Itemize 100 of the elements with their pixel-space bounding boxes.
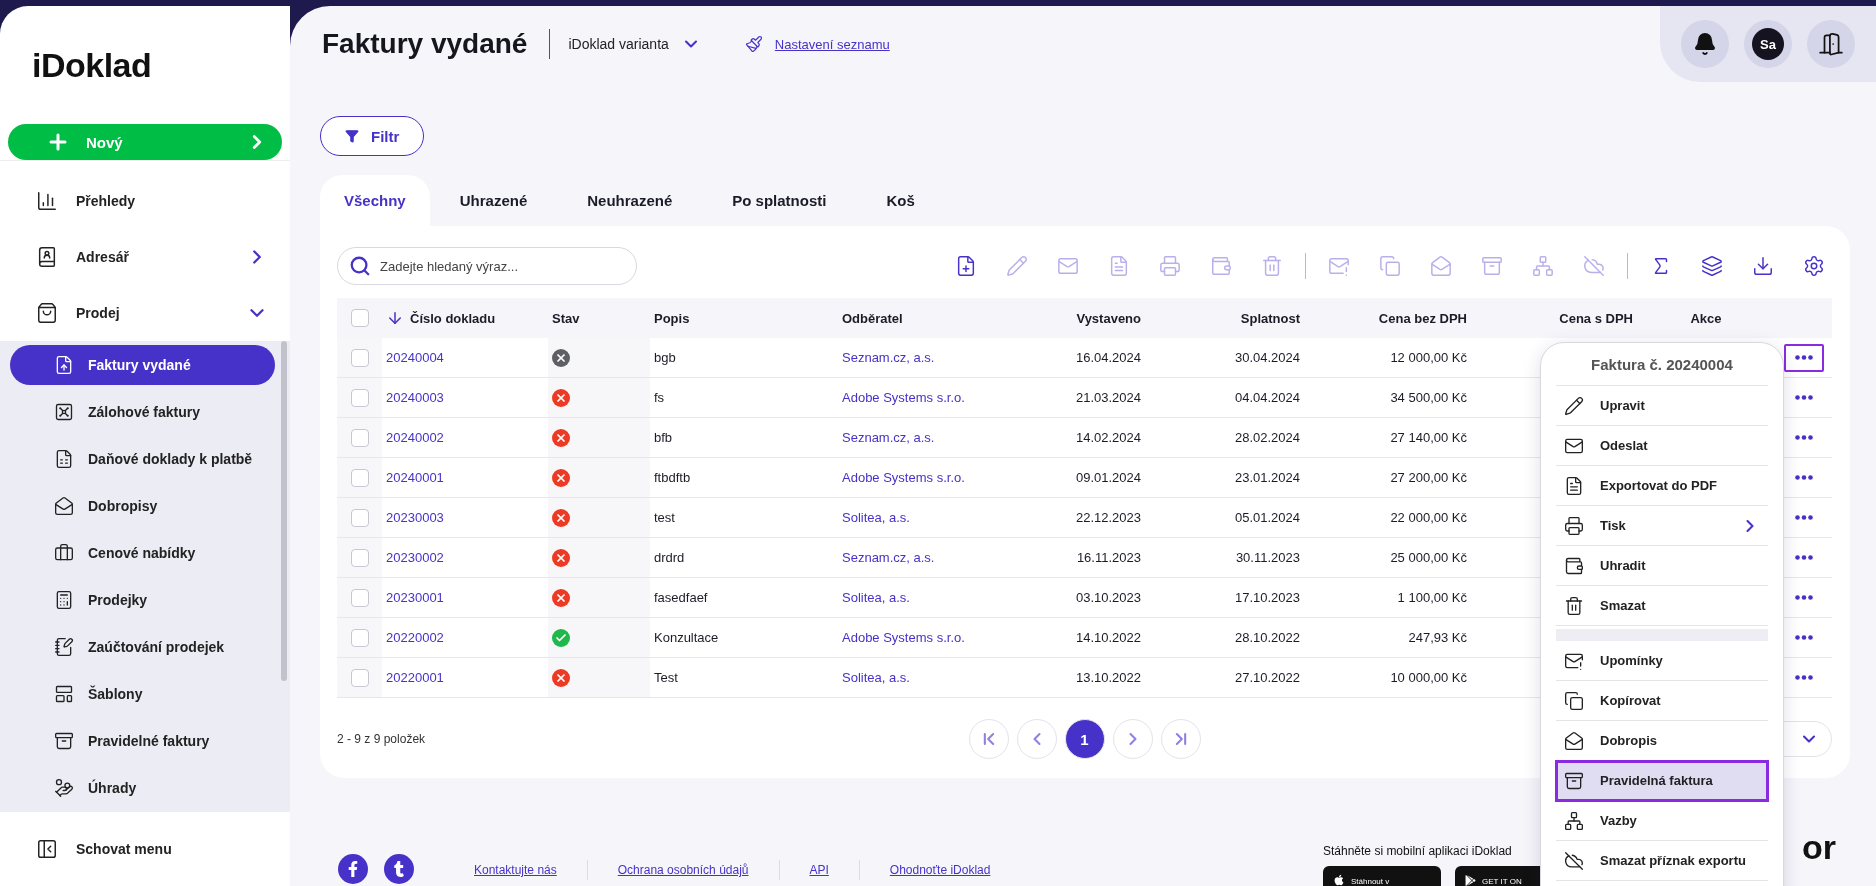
footer-link[interactable]: Kontaktujte nás bbox=[430, 860, 587, 880]
invoice-number-link[interactable]: 20230002 bbox=[386, 550, 444, 565]
sidebar-item[interactable]: Prodej bbox=[76, 305, 228, 321]
last-page-button[interactable] bbox=[1160, 719, 1201, 759]
sidebar-subitem[interactable]: Prodejky bbox=[10, 580, 275, 620]
menu-item[interactable]: Tisk bbox=[1556, 506, 1768, 546]
facebook-icon[interactable] bbox=[338, 854, 368, 884]
customer-link[interactable]: Seznam.cz, a.s. bbox=[842, 430, 935, 445]
hierarchy-icon bbox=[1564, 810, 1584, 831]
sidebar-subitem[interactable]: Dobropisy bbox=[10, 486, 275, 526]
column-header[interactable]: Odběratel bbox=[842, 310, 903, 326]
sidebar-subitem[interactable]: Zálohové faktury bbox=[10, 392, 275, 432]
customer-link[interactable]: Adobe Systems s.r.o. bbox=[842, 390, 965, 405]
tab[interactable]: Koš bbox=[856, 175, 945, 226]
column-header[interactable]: Stav bbox=[552, 310, 580, 326]
customer-link[interactable]: Solitea, a.s. bbox=[842, 590, 910, 605]
invoice-number-link[interactable]: 20230003 bbox=[386, 510, 444, 525]
next-page-button[interactable] bbox=[1112, 719, 1153, 759]
tab[interactable]: Neuhrazené bbox=[557, 175, 703, 226]
sidebar-subitem[interactable]: Úhrady bbox=[10, 768, 275, 808]
row-actions-button[interactable] bbox=[1783, 343, 1824, 372]
tray-icon bbox=[1481, 255, 1503, 277]
column-header[interactable]: Akce bbox=[1690, 310, 1722, 326]
footer-link[interactable]: API bbox=[778, 860, 859, 880]
page-button[interactable]: 1 bbox=[1064, 719, 1105, 759]
footer-link[interactable]: Ohodnoťte iDoklad bbox=[858, 860, 1021, 880]
invoice-number-link[interactable]: 20230001 bbox=[386, 590, 444, 605]
sidebar-subitem[interactable]: Pravidelné faktury bbox=[10, 721, 275, 761]
menu-item[interactable]: Uhradit bbox=[1556, 546, 1768, 586]
sidebar-subitem[interactable]: Cenové nabídky bbox=[10, 533, 275, 573]
logout-button[interactable] bbox=[1807, 20, 1855, 68]
checkbox[interactable] bbox=[350, 668, 369, 687]
column-header[interactable]: Cena bez DPH bbox=[1378, 310, 1467, 326]
invoice-number-link[interactable]: 20240002 bbox=[386, 430, 444, 445]
sidebar-subitem[interactable]: Šablony bbox=[10, 674, 275, 714]
first-page-button[interactable] bbox=[968, 719, 1009, 759]
store-badge[interactable]: Stáhnout v bbox=[1323, 866, 1441, 886]
checkbox[interactable] bbox=[350, 548, 369, 567]
search-field[interactable]: Zadejte hledaný výraz... bbox=[337, 247, 637, 285]
tab[interactable]: Všechny bbox=[320, 175, 430, 226]
invoice-number-link[interactable]: 20220002 bbox=[386, 630, 444, 645]
sidebar-item[interactable]: Adresář bbox=[76, 249, 228, 265]
invoice-number-link[interactable]: 20220001 bbox=[386, 670, 444, 685]
tumblr-icon[interactable] bbox=[384, 854, 414, 884]
menu-item[interactable]: Vazby bbox=[1556, 801, 1768, 841]
invoice-number-link[interactable]: 20240004 bbox=[386, 350, 444, 365]
checkbox[interactable] bbox=[350, 309, 369, 327]
checkbox[interactable] bbox=[350, 348, 369, 367]
customer-link[interactable]: Seznam.cz, a.s. bbox=[842, 350, 935, 365]
checkbox[interactable] bbox=[350, 628, 369, 647]
menu-item[interactable]: Odeslat bbox=[1556, 426, 1768, 466]
item-count: 2 - 9 z 9 položek bbox=[337, 732, 427, 746]
footer-link[interactable]: Ochrana osobních údajů bbox=[586, 860, 779, 880]
notebook-icon bbox=[54, 637, 74, 657]
column-header[interactable]: Splatnost bbox=[1240, 310, 1300, 326]
tab[interactable]: Po splatnosti bbox=[702, 175, 857, 226]
sidebar-subitem[interactable]: Daňové doklady k platbě bbox=[10, 439, 275, 479]
tab[interactable]: Uhrazené bbox=[429, 175, 558, 226]
menu-item[interactable]: Pravidelná faktura bbox=[1556, 761, 1768, 801]
customer-link[interactable]: Seznam.cz, a.s. bbox=[842, 550, 935, 565]
sidebar-item[interactable]: Přehledy bbox=[76, 193, 268, 209]
table-cell: 1 100,00 Kč bbox=[1397, 590, 1467, 605]
column-header[interactable]: Číslo dokladu bbox=[410, 310, 496, 326]
menu-item[interactable]: Upomínky bbox=[1556, 641, 1768, 681]
invoice-number-link[interactable]: 20240001 bbox=[386, 470, 444, 485]
cloud-icon bbox=[1564, 850, 1584, 871]
table-cell: 09.01.2024 bbox=[1075, 470, 1141, 485]
column-header[interactable]: Vystaveno bbox=[1076, 310, 1141, 326]
menu-item[interactable]: Upravit bbox=[1556, 386, 1768, 426]
menu-item[interactable]: Exportovat do PDF bbox=[1556, 466, 1768, 506]
checkbox[interactable] bbox=[350, 588, 369, 607]
column-header[interactable]: Cena s DPH bbox=[1559, 310, 1633, 326]
column-header[interactable]: Popis bbox=[654, 310, 690, 326]
template-icon bbox=[54, 684, 74, 704]
variant-dropdown[interactable]: iDoklad varianta bbox=[568, 34, 701, 54]
invoice-number-link[interactable]: 20240003 bbox=[386, 390, 444, 405]
hide-menu-button[interactable]: Schovat menu bbox=[0, 812, 290, 886]
sidebar-subitem[interactable]: Faktury vydané bbox=[10, 345, 275, 385]
customer-link[interactable]: Solitea, a.s. bbox=[842, 510, 910, 525]
list-settings-link[interactable]: Nastavení seznamu bbox=[744, 35, 890, 53]
customer-link[interactable]: Solitea, a.s. bbox=[842, 670, 910, 685]
scrollbar[interactable] bbox=[281, 341, 287, 681]
notifications-button[interactable] bbox=[1681, 20, 1729, 68]
menu-item[interactable]: Smazat příznak exportu bbox=[1556, 841, 1768, 881]
checkbox[interactable] bbox=[350, 428, 369, 447]
more-icon bbox=[1794, 595, 1813, 600]
cash-register-icon bbox=[54, 590, 74, 610]
previous-page-button[interactable] bbox=[1016, 719, 1057, 759]
checkbox[interactable] bbox=[350, 508, 369, 527]
checkbox[interactable] bbox=[350, 468, 369, 487]
sidebar-subitem[interactable]: Zaúčtování prodejek bbox=[10, 627, 275, 667]
customer-link[interactable]: Adobe Systems s.r.o. bbox=[842, 470, 965, 485]
menu-item[interactable]: Kopírovat bbox=[1556, 681, 1768, 721]
filter-button[interactable]: Filtr bbox=[320, 116, 425, 156]
menu-item[interactable]: Smazat bbox=[1556, 586, 1768, 626]
sort-arrow-icon[interactable] bbox=[386, 309, 404, 327]
checkbox[interactable] bbox=[350, 388, 369, 407]
customer-link[interactable]: Adobe Systems s.r.o. bbox=[842, 630, 965, 645]
user-button[interactable]: Sa bbox=[1744, 20, 1792, 68]
table-cell: 27.10.2022 bbox=[1234, 670, 1300, 685]
